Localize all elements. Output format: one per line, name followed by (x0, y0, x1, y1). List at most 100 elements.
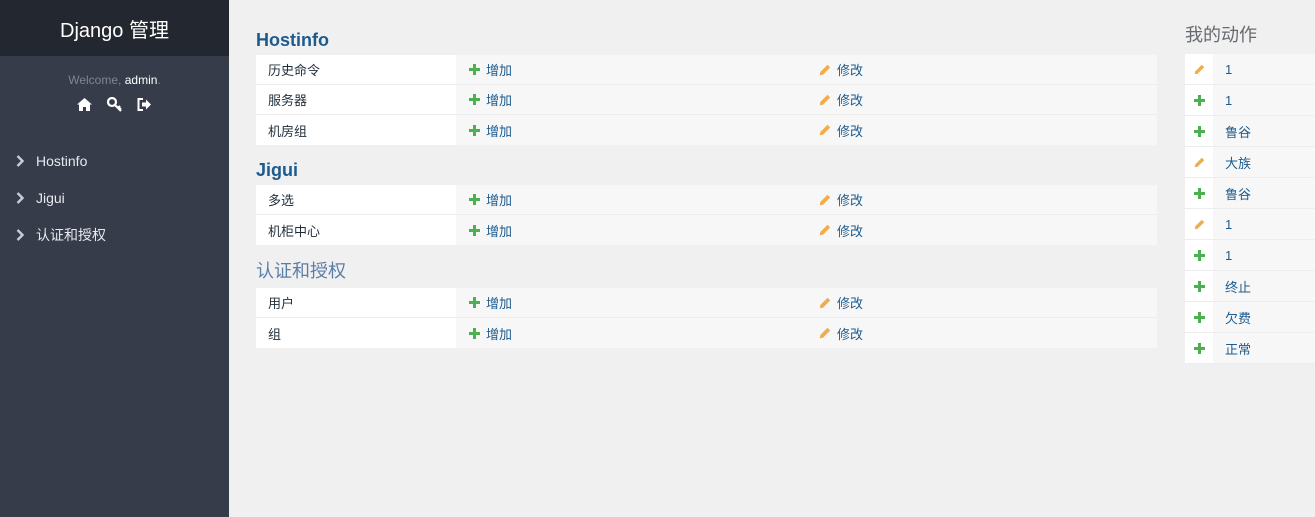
action-item[interactable]: 欠费 (1185, 302, 1315, 333)
change-link[interactable]: 修改 (807, 215, 1157, 245)
change-label: 修改 (837, 223, 864, 239)
action-label[interactable]: 1 (1213, 85, 1315, 115)
sidebar-nav: Hostinfo Jigui 认证和授权 (0, 142, 229, 253)
plus-icon (1185, 85, 1213, 115)
model-name[interactable]: 机房组 (256, 115, 456, 145)
model-name[interactable]: 组 (256, 318, 456, 348)
model-name[interactable]: 历史命令 (256, 55, 456, 84)
plus-icon (1185, 240, 1213, 270)
action-item[interactable]: 1 (1185, 209, 1315, 240)
model-name[interactable]: 多选 (256, 185, 456, 214)
add-label: 增加 (486, 223, 513, 239)
change-label: 修改 (837, 193, 864, 208)
user-tools (0, 96, 229, 112)
plus-icon (468, 64, 480, 76)
pencil-icon (819, 194, 831, 206)
pencil-icon (819, 224, 831, 236)
sidebar-item-jigui[interactable]: Jigui (0, 179, 229, 216)
model-name[interactable]: 机柜中心 (256, 215, 456, 245)
action-item[interactable]: 1 (1185, 240, 1315, 271)
change-link[interactable]: 修改 (807, 185, 1157, 214)
model-row: 机房组 增加 修改 (256, 115, 1157, 145)
action-item[interactable]: 鲁谷 (1185, 116, 1315, 147)
chevron-right-icon (16, 228, 26, 241)
plus-icon (468, 224, 480, 236)
app-module-hostinfo: Hostinfo 历史命令 增加 修改 服务器 增加 修改 机房组 增加 修改 (256, 28, 1157, 145)
change-label: 修改 (837, 296, 864, 311)
add-label: 增加 (486, 63, 513, 78)
action-list: 1 1 鲁谷 大族 鲁谷 1 1 终止 欠费 正常 (1185, 54, 1315, 364)
pencil-icon (819, 297, 831, 309)
action-label[interactable]: 终止 (1213, 271, 1315, 301)
home-icon[interactable] (77, 96, 93, 112)
model-table: 历史命令 增加 修改 服务器 增加 修改 机房组 增加 修改 (256, 55, 1157, 145)
action-item[interactable]: 大族 (1185, 147, 1315, 178)
add-label: 增加 (486, 326, 513, 342)
change-label: 修改 (837, 123, 864, 139)
add-label: 增加 (486, 93, 513, 108)
brand-title[interactable]: Django 管理 (60, 14, 169, 43)
sidebar-item-label: 认证和授权 (36, 226, 106, 243)
add-link[interactable]: 增加 (456, 85, 807, 114)
action-item[interactable]: 1 (1185, 54, 1315, 85)
logout-icon[interactable] (137, 96, 153, 112)
sidebar-item-auth[interactable]: 认证和授权 (0, 216, 229, 253)
add-label: 增加 (486, 296, 513, 311)
model-row: 组 增加 修改 (256, 318, 1157, 348)
plus-icon (1185, 116, 1213, 146)
action-item[interactable]: 鲁谷 (1185, 178, 1315, 209)
add-link[interactable]: 增加 (456, 318, 807, 348)
pencil-icon (819, 327, 831, 339)
sidebar-item-hostinfo[interactable]: Hostinfo (0, 142, 229, 179)
model-name[interactable]: 用户 (256, 288, 456, 317)
change-link[interactable]: 修改 (807, 318, 1157, 348)
key-icon[interactable] (107, 96, 123, 112)
model-row: 多选 增加 修改 (256, 185, 1157, 215)
model-row: 服务器 增加 修改 (256, 85, 1157, 115)
plus-icon (468, 297, 480, 309)
add-link[interactable]: 增加 (456, 288, 807, 317)
action-label[interactable]: 鲁谷 (1213, 178, 1315, 208)
action-item[interactable]: 1 (1185, 85, 1315, 116)
plus-icon (1185, 178, 1213, 208)
model-table: 多选 增加 修改 机柜中心 增加 修改 (256, 185, 1157, 245)
app-module-auth: 认证和授权 用户 增加 修改 组 增加 修改 (256, 260, 1157, 348)
action-label[interactable]: 1 (1213, 54, 1315, 84)
add-label: 增加 (486, 123, 513, 139)
add-link[interactable]: 增加 (456, 55, 807, 84)
add-link[interactable]: 增加 (456, 115, 807, 145)
action-label[interactable]: 1 (1213, 240, 1315, 270)
brand-header: Django 管理 (0, 0, 229, 56)
plus-icon (1185, 271, 1213, 301)
change-link[interactable]: 修改 (807, 55, 1157, 84)
action-label[interactable]: 1 (1213, 209, 1315, 239)
add-link[interactable]: 增加 (456, 215, 807, 245)
action-label[interactable]: 鲁谷 (1213, 116, 1315, 146)
plus-icon (468, 194, 480, 206)
plus-icon (1185, 333, 1213, 363)
action-label[interactable]: 正常 (1213, 333, 1315, 363)
plus-icon (468, 124, 480, 136)
welcome-prefix: Welcome, (68, 73, 122, 87)
welcome-suffix: . (157, 73, 161, 87)
welcome-message: Welcome, admin. (0, 73, 229, 87)
model-table: 用户 增加 修改 组 增加 修改 (256, 288, 1157, 348)
pencil-icon (819, 124, 831, 136)
welcome-username: admin (124, 73, 158, 87)
change-link[interactable]: 修改 (807, 85, 1157, 114)
change-link[interactable]: 修改 (807, 115, 1157, 145)
model-name[interactable]: 服务器 (256, 85, 456, 114)
app-title[interactable]: 认证和授权 (256, 260, 1157, 284)
app-title[interactable]: Jigui (256, 158, 1157, 182)
app-module-jigui: Jigui 多选 增加 修改 机柜中心 增加 修改 (256, 158, 1157, 245)
app-title[interactable]: Hostinfo (256, 28, 1157, 52)
action-label[interactable]: 大族 (1213, 147, 1315, 177)
action-label[interactable]: 欠费 (1213, 302, 1315, 332)
action-item[interactable]: 正常 (1185, 333, 1315, 364)
model-row: 用户 增加 修改 (256, 288, 1157, 318)
add-link[interactable]: 增加 (456, 185, 807, 214)
action-item[interactable]: 终止 (1185, 271, 1315, 302)
change-link[interactable]: 修改 (807, 288, 1157, 317)
pencil-icon (1185, 209, 1213, 239)
change-label: 修改 (837, 93, 864, 108)
